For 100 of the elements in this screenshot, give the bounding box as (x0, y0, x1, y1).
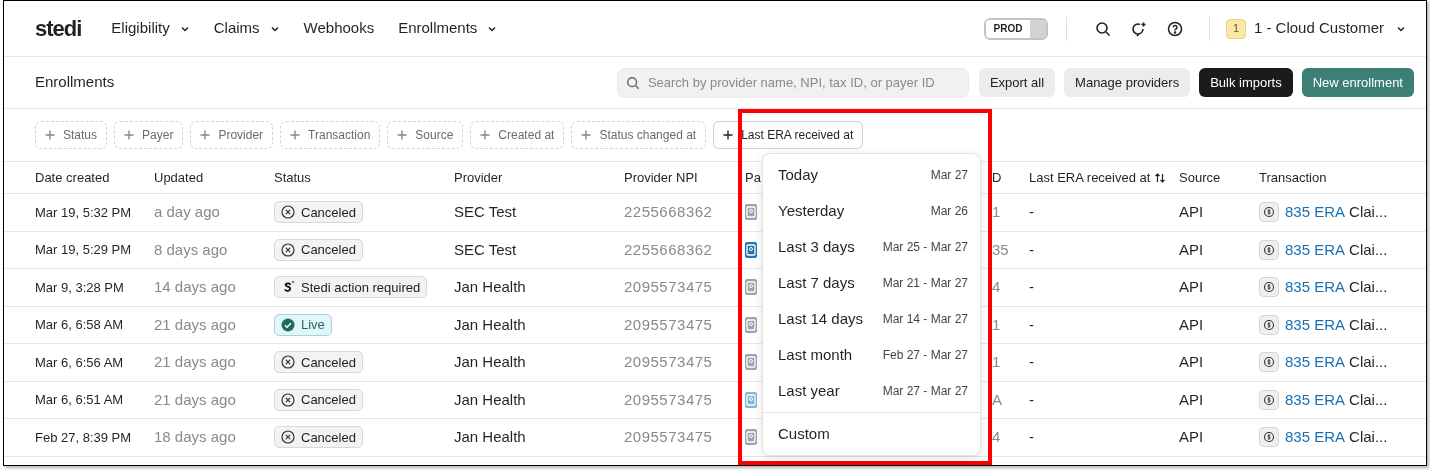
table-cell-text: 2255668362 (624, 239, 713, 260)
dollar-coin-icon (1259, 389, 1279, 410)
table-cell-text: Clai... (1349, 352, 1388, 372)
column-header: Source (1179, 168, 1221, 187)
table-cell-text: Jan Health (454, 277, 526, 297)
column-header: Provider NPI (624, 168, 698, 187)
help-icon[interactable] (1166, 20, 1183, 37)
menu-item[interactable]: Custom (763, 416, 980, 452)
filter-chip[interactable]: Provider (190, 121, 274, 149)
table-cell-text: Mar 19, 5:32 PM (35, 203, 132, 222)
column-header[interactable]: Last ERA received at (1029, 167, 1151, 188)
plus-icon (581, 130, 592, 140)
dollar-coin-icon (1259, 277, 1279, 298)
dollar-coin-icon (1259, 352, 1279, 373)
table-cell-text: Clai... (1349, 314, 1388, 335)
table-cell-text: 8 days ago (154, 239, 228, 260)
environment-toggle[interactable]: PROD (983, 17, 1048, 40)
transaction-link[interactable]: 835 ERA (1285, 201, 1346, 224)
filter-chip[interactable]: Created at (470, 121, 565, 149)
nav-menu-item[interactable]: Claims (213, 17, 280, 40)
transaction-link[interactable]: 835 ERA (1285, 276, 1346, 299)
column-header: Date created (35, 168, 110, 187)
transaction-link[interactable]: 835 ERA (1285, 238, 1346, 261)
table-cell-text: Clai... (1349, 202, 1388, 222)
page-title: Enrollments (35, 72, 115, 93)
status-badge: Canceled (274, 388, 363, 411)
menu-item[interactable]: Last month Feb 27 - Mar 27 (763, 337, 980, 373)
cancel-circle-icon (281, 430, 295, 445)
table-cell-text: 2095573475 (624, 389, 713, 410)
menu-item[interactable]: Last 3 days Mar 25 - Mar 27 (763, 229, 980, 265)
logo[interactable]: stedi (35, 12, 82, 45)
nav-menu-item[interactable]: Webhooks (303, 17, 375, 40)
menu-item[interactable]: Last 14 days Mar 14 - Mar 27 (763, 301, 980, 337)
search-icon[interactable] (1094, 20, 1111, 37)
filter-chip[interactable]: Payer (114, 121, 184, 149)
menu-item[interactable]: Last year Mar 27 - Mar 27 (763, 373, 980, 409)
table-cell-text: 1 (992, 202, 1001, 222)
menu-item[interactable]: Yesterday Mar 26 (763, 193, 980, 229)
plus-icon (290, 130, 301, 140)
search-field[interactable]: Search by provider name, NPI, tax ID, or payer ID (616, 67, 969, 98)
filter-chip[interactable]: Last ERA received at (713, 121, 864, 149)
table-cell-text: API (1179, 277, 1204, 297)
plus-icon (397, 130, 408, 140)
table-cell-text: Clai... (1349, 427, 1388, 447)
table-cell-text: Jan Health (454, 389, 526, 410)
table-cell-text: 2095573475 (624, 314, 713, 335)
sort-icon[interactable] (1154, 171, 1167, 184)
chat-sparkle-icon[interactable] (1130, 20, 1147, 37)
dollar-coin-icon (1259, 314, 1279, 335)
table-cell-text: 21 days ago (154, 352, 236, 372)
transaction-link[interactable]: 835 ERA (1285, 426, 1346, 449)
account-menu[interactable]: 1 - Cloud Customer (1253, 17, 1406, 40)
account-badge: 1 (1225, 18, 1246, 39)
table-cell-text: API (1179, 352, 1204, 372)
check-circle-icon (281, 317, 295, 332)
nav-menu-item[interactable]: Enrollments (398, 17, 498, 40)
table-cell-text: - (1029, 352, 1034, 372)
column-header: Pa (745, 168, 761, 187)
table-cell-text: SEC Test (454, 202, 517, 222)
table-cell-text: 4 (992, 427, 1001, 447)
status-badge: Live (274, 313, 332, 336)
transaction-link[interactable]: 835 ERA (1285, 388, 1346, 411)
table-cell-text: Mar 6, 6:51 AM (35, 391, 124, 409)
column-header: Status (274, 168, 311, 187)
cancel-circle-icon (281, 392, 295, 407)
toolbar-button[interactable]: Bulk imports (1199, 68, 1293, 97)
table-cell-text: 21 days ago (154, 314, 236, 335)
table-cell-text: A (992, 389, 1002, 410)
transaction-link[interactable]: 835 ERA (1285, 351, 1346, 374)
table-cell-text: API (1179, 389, 1204, 410)
table-cell-text: API (1179, 314, 1204, 335)
column-header: Updated (154, 168, 204, 187)
status-badge: Canceled (274, 426, 363, 449)
table-cell-text: API (1179, 427, 1204, 447)
nav-menu-item[interactable]: Eligibility (111, 17, 190, 40)
filter-chip[interactable]: Source (387, 121, 464, 149)
search-icon (625, 75, 640, 90)
table-cell-text: - (1029, 202, 1034, 222)
status-badge: Canceled (274, 201, 363, 224)
toolbar-button[interactable]: Export all (978, 68, 1056, 97)
table-cell-text: 1 (992, 352, 1001, 372)
status-badge: Canceled (274, 238, 363, 261)
filter-chip[interactable]: Status (35, 121, 108, 149)
transaction-link[interactable]: 835 ERA (1285, 313, 1346, 336)
toolbar-button[interactable]: New enrollment (1301, 68, 1414, 97)
filter-chip[interactable]: Transaction (280, 121, 381, 149)
dollar-coin-icon (1259, 202, 1279, 223)
toolbar-button[interactable]: Manage providers (1064, 68, 1191, 97)
table-cell-text: 2095573475 (624, 277, 713, 297)
table-cell-text: 1 (992, 314, 1001, 335)
menu-item[interactable]: Last 7 days Mar 21 - Mar 27 (763, 265, 980, 301)
menu-item[interactable]: Today Mar 27 (763, 157, 980, 193)
filter-chip[interactable]: Status changed at (571, 121, 707, 149)
table-cell-text: Mar 19, 5:29 PM (35, 241, 132, 259)
column-header: Provider (454, 168, 503, 187)
plus-icon (480, 130, 491, 140)
column-header: D (992, 168, 1002, 187)
table-cell-text: Clai... (1349, 239, 1388, 260)
table-cell-text: - (1029, 427, 1034, 447)
column-header: Transaction (1259, 168, 1327, 187)
